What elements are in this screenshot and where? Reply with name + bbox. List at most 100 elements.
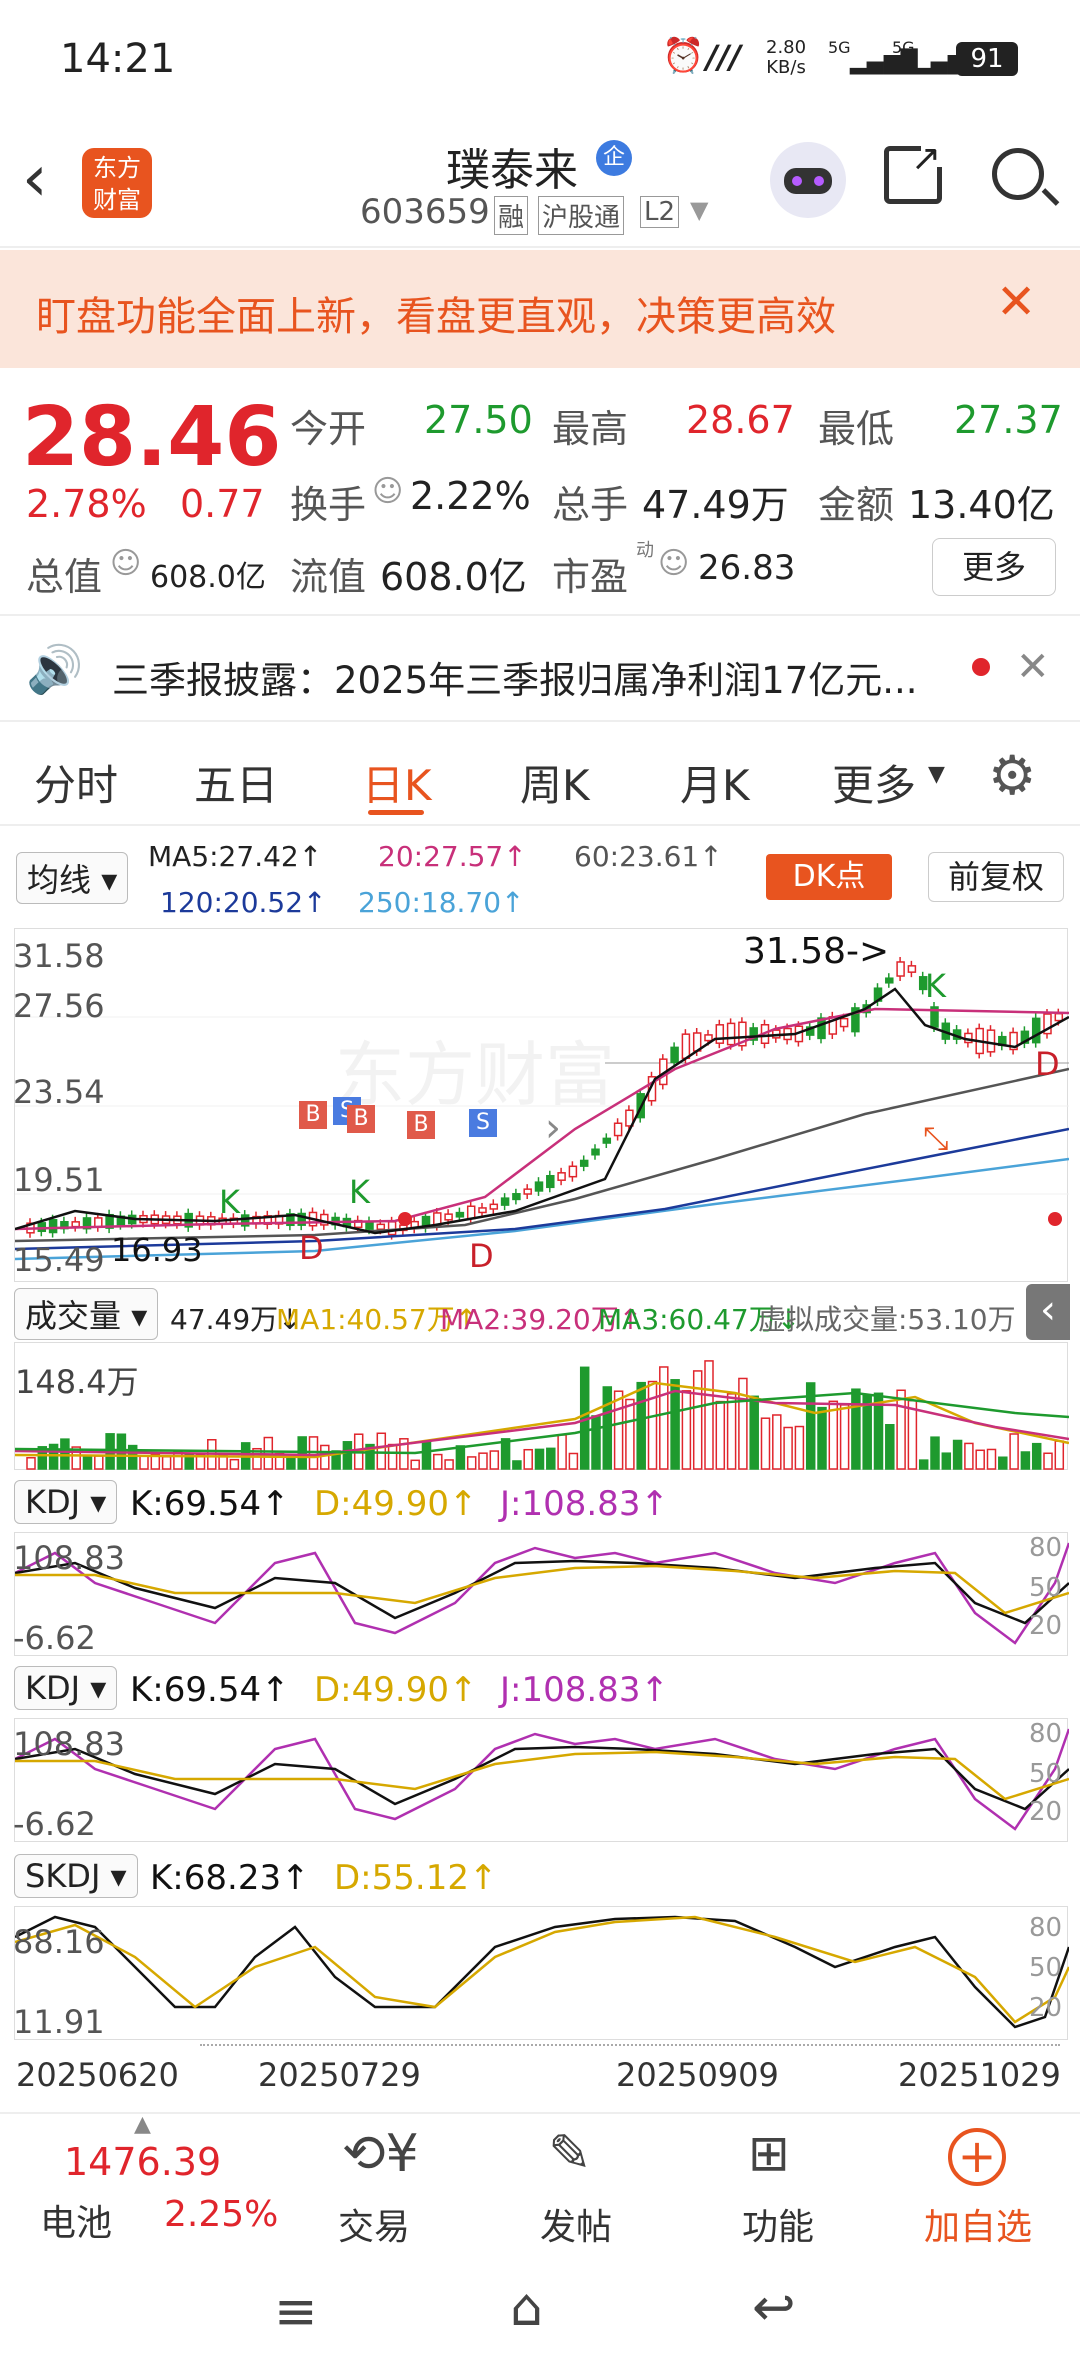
volume-bar bbox=[512, 1460, 522, 1470]
sector-index-value[interactable]: 1476.39 bbox=[64, 2140, 221, 2184]
tab-active-indicator bbox=[368, 810, 424, 815]
volume-bar bbox=[772, 1414, 782, 1470]
kdj2-legend: KDJ ▾ K:69.54↑ D:49.90↑ J:108.83↑ bbox=[0, 1660, 1080, 1716]
stock-code: 603659 bbox=[360, 192, 490, 232]
volume-bar bbox=[647, 1380, 658, 1470]
volume-bar bbox=[726, 1393, 737, 1470]
function-button[interactable]: 功能 bbox=[742, 2198, 814, 2250]
volume-bar bbox=[794, 1425, 805, 1470]
volume-bar bbox=[964, 1442, 974, 1470]
skdj-top: 88.16 bbox=[13, 1923, 105, 1961]
sector-name[interactable]: 电池 bbox=[40, 2194, 112, 2246]
turnover-label: 换手 bbox=[290, 483, 367, 527]
chevron-up-icon: ▲ bbox=[134, 2112, 151, 2137]
edit-icon[interactable]: ✎ bbox=[548, 2124, 592, 2184]
kdj2-chart: 108.83 -6.62 80 50 20 bbox=[13, 1718, 1069, 1843]
menu-icon[interactable]: ≡ bbox=[274, 2282, 318, 2342]
kline-canvas: 东方财富 › ⤡ bbox=[15, 956, 1069, 1261]
volume-bar bbox=[636, 1381, 646, 1470]
volume-bar bbox=[602, 1386, 613, 1470]
candle bbox=[896, 961, 905, 977]
close-icon[interactable]: ✕ bbox=[996, 274, 1036, 330]
candle bbox=[591, 1148, 600, 1156]
gear-icon[interactable]: ⚙ bbox=[988, 744, 1036, 807]
volume-bar bbox=[421, 1440, 432, 1470]
tab-daily-k[interactable]: 日K bbox=[362, 752, 432, 813]
volume-bar bbox=[26, 1457, 36, 1470]
volume-chart: 148.4万 bbox=[14, 1342, 1069, 1470]
candle bbox=[512, 1193, 521, 1201]
ma-selector[interactable]: 均线 ▾ bbox=[16, 852, 129, 904]
tab-weekly-k[interactable]: 周K bbox=[520, 752, 590, 813]
tab-more[interactable]: 更多 bbox=[832, 752, 916, 813]
share-icon[interactable]: ↗ bbox=[884, 141, 943, 204]
home-icon[interactable]: ⌂ bbox=[510, 2278, 543, 2338]
news-ticker[interactable]: 🔊 三季报披露：2025年三季报归属净利润17亿元... ✕ bbox=[0, 618, 1080, 722]
info-icon[interactable]: ☺ bbox=[372, 474, 403, 509]
candle bbox=[670, 1046, 679, 1064]
volume-bar bbox=[433, 1453, 443, 1470]
volume-bar bbox=[410, 1459, 420, 1470]
dk-point-button[interactable]: DK点 bbox=[766, 854, 892, 900]
market-cap-label: 总值 bbox=[26, 555, 103, 599]
close-icon[interactable]: ✕ bbox=[1016, 644, 1050, 690]
d-signal: D bbox=[1035, 1045, 1060, 1083]
post-button[interactable]: 发帖 bbox=[540, 2198, 612, 2250]
sector-pct: 2.25% bbox=[164, 2194, 279, 2235]
d-signal: D bbox=[299, 1229, 324, 1267]
high-label: 最高 bbox=[552, 407, 629, 451]
info-icon[interactable]: ☺ bbox=[110, 546, 141, 581]
volume-bar bbox=[1054, 1440, 1065, 1470]
kdj1-ref: 80 bbox=[1029, 1533, 1063, 1563]
kline-chart[interactable]: 东方财富 › ⤡ 31.58 27.56 23.54 19.51 15.49 3… bbox=[13, 928, 1069, 1282]
add-watchlist-button[interactable]: 加自选 bbox=[924, 2198, 1032, 2250]
turnover-value: 2.22% bbox=[410, 474, 531, 518]
volume-selector[interactable]: 成交量 ▾ bbox=[14, 1288, 159, 1340]
tab-5day[interactable]: 五日 bbox=[194, 752, 278, 813]
candle bbox=[1031, 1017, 1041, 1044]
battery-icon: 91 bbox=[956, 42, 1018, 76]
network-label: 5G bbox=[828, 38, 851, 57]
tab-monthly-k[interactable]: 月K bbox=[680, 752, 750, 813]
chevron-right-icon[interactable]: › bbox=[545, 1105, 561, 1151]
kdj1-selector[interactable]: KDJ ▾ bbox=[14, 1480, 118, 1524]
trade-button[interactable]: 交易 bbox=[338, 2198, 410, 2250]
trade-icon[interactable]: ⟲¥ bbox=[342, 2124, 419, 2184]
adjust-mode-button[interactable]: 前复权 bbox=[928, 852, 1064, 902]
amount-value: 13.40亿 bbox=[908, 483, 1055, 527]
volume-max-label: 148.4万 bbox=[15, 1363, 139, 1401]
y-tick: 31.58 bbox=[13, 937, 105, 975]
tab-intraday[interactable]: 分时 bbox=[34, 752, 118, 813]
dropdown-icon[interactable]: ▼ bbox=[690, 196, 708, 224]
expand-icon[interactable]: ⤡ bbox=[923, 1119, 949, 1157]
float-cap-value: 608.0亿 bbox=[380, 555, 527, 599]
quote-panel: 28.46 2.78% 0.77 今开 27.50 最高 28.67 最低 27… bbox=[0, 370, 1080, 616]
y-tick: 23.54 bbox=[13, 1073, 105, 1111]
candle bbox=[681, 1033, 691, 1060]
candle bbox=[48, 1218, 58, 1234]
back-nav-icon[interactable]: ↩ bbox=[752, 2278, 796, 2338]
price-change: 0.77 bbox=[180, 482, 265, 526]
back-icon[interactable]: ‹ bbox=[22, 142, 48, 216]
add-icon[interactable]: + bbox=[948, 2128, 1006, 2186]
more-button[interactable]: 更多 bbox=[932, 538, 1056, 596]
robot-assistant-icon[interactable] bbox=[770, 142, 846, 218]
volume-bar bbox=[738, 1377, 748, 1470]
net-speed: 2.80 KB/s bbox=[766, 37, 807, 78]
volume-bar bbox=[613, 1390, 624, 1470]
skdj-chart: 88.16 11.91 80 50 20 bbox=[13, 1906, 1069, 2041]
promo-banner[interactable]: 盯盘功能全面上新，看盘更直观，决策更高效 ✕ bbox=[0, 250, 1080, 368]
candle bbox=[94, 1217, 103, 1228]
candle bbox=[715, 1024, 725, 1044]
kdj1-legend: KDJ ▾ K:69.54↑ D:49.90↑ J:108.83↑ bbox=[0, 1474, 1080, 1530]
skdj-selector[interactable]: SKDJ ▾ bbox=[14, 1854, 138, 1898]
info-icon[interactable]: ☺ bbox=[658, 546, 689, 581]
date-tick: 20250729 bbox=[258, 2056, 421, 2094]
volume-bar bbox=[444, 1459, 454, 1470]
kdj2-selector[interactable]: KDJ ▾ bbox=[14, 1666, 118, 1710]
search-icon[interactable] bbox=[992, 148, 1060, 206]
candle bbox=[704, 1034, 713, 1042]
collapse-panel-button[interactable]: ‹ bbox=[1026, 1284, 1070, 1340]
date-axis: 20250620 20250729 20250909 20251029 bbox=[0, 2044, 1080, 2100]
grid-icon[interactable]: ⊞ bbox=[748, 2124, 790, 2182]
